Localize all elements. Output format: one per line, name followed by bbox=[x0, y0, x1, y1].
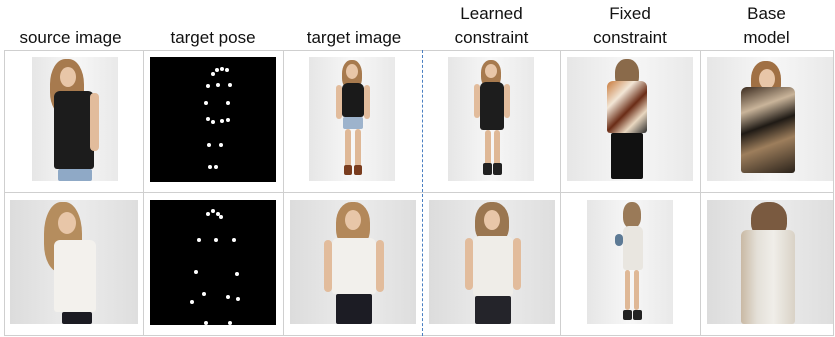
person-figure bbox=[290, 200, 416, 324]
keypoint bbox=[215, 68, 219, 72]
grid-line-v4 bbox=[560, 50, 561, 336]
person-figure bbox=[587, 200, 673, 324]
keypoint bbox=[202, 292, 206, 296]
keypoint bbox=[214, 165, 218, 169]
keypoint bbox=[236, 297, 240, 301]
keypoint bbox=[232, 238, 236, 242]
source-image-row2 bbox=[10, 200, 138, 324]
header-target-pose: target pose bbox=[170, 28, 256, 47]
keypoint bbox=[197, 238, 201, 242]
keypoint bbox=[225, 68, 229, 72]
learned-constraint-row2 bbox=[429, 200, 555, 324]
target-image-row2 bbox=[290, 200, 416, 324]
keypoint bbox=[219, 215, 223, 219]
header-fixed-constraint: Fixed constraint bbox=[593, 4, 667, 47]
learned-constraint-row1 bbox=[448, 57, 534, 181]
person-figure bbox=[707, 57, 833, 181]
person-figure bbox=[429, 200, 555, 324]
grid-line-top bbox=[4, 50, 833, 51]
keypoint bbox=[204, 321, 208, 325]
grid-line-v2 bbox=[283, 50, 284, 336]
header-target-image: target image bbox=[306, 28, 402, 47]
header-base-model: Base model bbox=[743, 4, 790, 47]
keypoint bbox=[208, 165, 212, 169]
keypoint bbox=[207, 143, 211, 147]
base-model-row1 bbox=[707, 57, 833, 181]
header-learned-constraint: Learned constraint bbox=[454, 4, 529, 47]
fixed-constraint-row1 bbox=[567, 57, 693, 181]
keypoint bbox=[226, 118, 230, 122]
target-pose-row1 bbox=[150, 57, 276, 182]
person-figure bbox=[707, 200, 833, 324]
grid-line-v1 bbox=[143, 50, 144, 336]
keypoint bbox=[211, 72, 215, 76]
source-image-row1 bbox=[32, 57, 118, 181]
person-figure bbox=[309, 57, 395, 181]
header-source-image: source image bbox=[19, 28, 122, 47]
keypoint bbox=[204, 101, 208, 105]
grid-line-v6 bbox=[833, 50, 834, 336]
keypoint bbox=[228, 83, 232, 87]
base-model-row2 bbox=[707, 200, 833, 324]
person-figure bbox=[567, 57, 693, 181]
person-figure bbox=[10, 200, 138, 324]
keypoint bbox=[194, 270, 198, 274]
fixed-constraint-row2 bbox=[587, 200, 673, 324]
target-image-row1 bbox=[309, 57, 395, 181]
keypoint bbox=[206, 212, 210, 216]
grid-line-v0 bbox=[4, 50, 5, 336]
keypoint bbox=[211, 120, 215, 124]
keypoint bbox=[220, 67, 224, 71]
keypoint bbox=[226, 295, 230, 299]
keypoint bbox=[220, 119, 224, 123]
keypoint bbox=[216, 83, 220, 87]
dashed-divider bbox=[422, 50, 423, 336]
keypoint bbox=[206, 84, 210, 88]
keypoint bbox=[226, 101, 230, 105]
keypoint bbox=[214, 238, 218, 242]
keypoint bbox=[219, 143, 223, 147]
keypoint bbox=[235, 272, 239, 276]
keypoint bbox=[206, 117, 210, 121]
person-figure bbox=[448, 57, 534, 181]
person-figure bbox=[32, 57, 118, 181]
grid-line-middle bbox=[4, 192, 833, 193]
keypoint bbox=[211, 209, 215, 213]
grid-line-bottom bbox=[4, 335, 833, 336]
keypoint bbox=[190, 300, 194, 304]
keypoint bbox=[228, 321, 232, 325]
target-pose-row2 bbox=[150, 200, 276, 325]
grid-line-v5 bbox=[700, 50, 701, 336]
